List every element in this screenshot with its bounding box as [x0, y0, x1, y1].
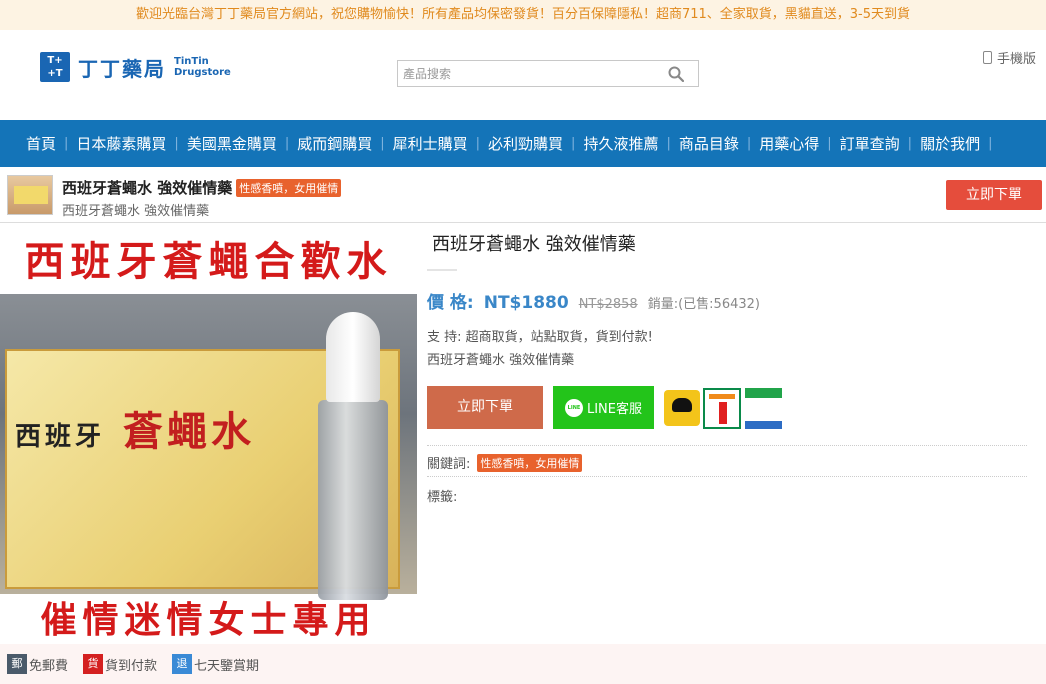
- mobile-version-link[interactable]: 手機版: [982, 48, 1036, 67]
- announcement-text: 歡迎光臨台灣丁丁藥局官方網站，祝您購物愉快！所有產品均保密發貨！百分百保障隱私！…: [135, 7, 911, 22]
- familymart-logo-icon: [745, 388, 782, 429]
- tags-row: 標籤:: [427, 486, 457, 505]
- service-label: 免郵費: [29, 658, 69, 674]
- site-logo[interactable]: T+ +T 丁丁藥局 TinTin Drugstore: [40, 52, 244, 82]
- keyword-tag[interactable]: 性感香噴，女用催情: [477, 453, 583, 472]
- image-bottom-text: 催情迷情女士專用: [40, 599, 377, 641]
- logo-english: TinTin Drugstore: [174, 56, 244, 78]
- price-value: NT$1880: [483, 293, 569, 313]
- price-label: 價 格:: [427, 293, 474, 313]
- line-support-button[interactable]: LINE LINE客服: [553, 386, 654, 429]
- nav-item-viagra[interactable]: 威而鋼購買: [289, 133, 380, 154]
- product-thumbnail[interactable]: [7, 175, 53, 215]
- service-free-shipping: 郵 免郵費: [7, 654, 68, 674]
- logo-english-line2: Drugstore: [174, 67, 231, 78]
- cash-on-delivery-icon: 貨: [83, 654, 104, 674]
- nav-item-spray[interactable]: 持久液推薦: [575, 133, 666, 154]
- logo-english-line1: TinTin: [174, 56, 209, 67]
- image-box-label: 蒼蠅水: [122, 408, 255, 455]
- nav-item-about[interactable]: 關於我們: [912, 133, 988, 154]
- line-icon: LINE: [564, 398, 583, 417]
- main-nav: 首頁 | 日本藤素購買 | 美國黑金購買 | 威而鋼購買 | 犀利士購買 | 必利勁購買 |…: [0, 120, 1046, 167]
- product-bar-tag[interactable]: 性感香噴，女用催情: [236, 178, 342, 197]
- nav-item-home[interactable]: 首頁: [18, 133, 64, 154]
- title-divider: [427, 269, 457, 271]
- product-bar-subtitle: 西班牙蒼蠅水 強效催情藥: [62, 204, 210, 219]
- keywords-row: 關鍵詞: 性感香噴，女用催情: [427, 453, 583, 472]
- product-bar-buy-button[interactable]: 立即下單: [946, 180, 1042, 210]
- price-row: 價 格: NT$1880 NT$2858 銷量:(已售:56432): [427, 288, 760, 313]
- image-scene: 西班牙 蒼蠅水: [0, 294, 417, 600]
- return-icon: 退: [172, 654, 193, 674]
- divider: [427, 476, 1027, 477]
- service-label: 貨到付款: [105, 658, 158, 674]
- product-description: 西班牙蒼蠅水 強效催情藥: [427, 353, 575, 368]
- announcement-bar: 歡迎光臨台灣丁丁藥局官方網站，祝您購物愉快！所有產品均保密發貨！百分百保障隱私！…: [0, 0, 1046, 30]
- nav-item-cialis[interactable]: 犀利士購買: [385, 133, 476, 154]
- image-top-text: 西班牙蒼蠅合歡水: [24, 238, 393, 285]
- product-bar-title-row: 西班牙蒼蠅水 強效催情藥 性感香噴，女用催情: [62, 177, 342, 198]
- image-box-prefix: 西班牙: [15, 422, 106, 452]
- mobile-version-label: 手機版: [996, 52, 1036, 67]
- phone-icon: [982, 51, 992, 64]
- nav-item-catalog[interactable]: 商品目錄: [671, 133, 747, 154]
- logo-mark-icon: T+ +T: [40, 52, 70, 82]
- line-support-label: LINE客服: [586, 402, 642, 417]
- sticky-product-bar: 西班牙蒼蠅水 強效催情藥 性感香噴，女用催情 西班牙蒼蠅水 強效催情藥 立即下單: [0, 167, 1046, 223]
- service-bar: 郵 免郵費 貨 貨到付款 退 七天鑒賞期: [0, 644, 1046, 684]
- seven-eleven-logo-icon: [703, 388, 741, 429]
- support-text: 支 持: 超商取貨，站點取貨，貨到付款!: [427, 330, 653, 345]
- nav-item-black-gold[interactable]: 美國黑金購買: [179, 133, 285, 154]
- logo-name: 丁丁藥局: [78, 56, 166, 81]
- service-return: 退 七天鑒賞期: [172, 654, 259, 674]
- product-image: 西班牙蒼蠅合歡水 西班牙 蒼蠅水 催情迷情女士專用: [0, 224, 417, 644]
- site-header: T+ +T 丁丁藥局 TinTin Drugstore 手機版: [0, 30, 1046, 120]
- search-box: [397, 60, 699, 87]
- service-cod: 貨 貨到付款: [83, 654, 157, 674]
- search-icon[interactable]: [668, 66, 684, 82]
- nav-item-orders[interactable]: 訂單查詢: [832, 133, 908, 154]
- original-price: NT$2858: [578, 297, 638, 312]
- sales-count: 銷量:(已售:56432): [647, 297, 760, 312]
- buy-now-button[interactable]: 立即下單: [427, 386, 543, 429]
- nav-item-priligy[interactable]: 必利勁購買: [480, 133, 571, 154]
- service-label: 七天鑒賞期: [194, 658, 260, 674]
- nav-item-experience[interactable]: 用藥心得: [751, 133, 827, 154]
- mail-icon: 郵: [7, 654, 27, 674]
- image-bottle: [318, 312, 388, 602]
- divider: [427, 445, 1027, 446]
- keywords-label: 關鍵詞:: [427, 457, 471, 472]
- black-cat-delivery-logo-icon: [664, 390, 700, 426]
- product-title: 西班牙蒼蠅水 強效催情藥: [432, 234, 636, 255]
- search-input[interactable]: [398, 61, 658, 86]
- nav-item-japan[interactable]: 日本藤素購買: [68, 133, 174, 154]
- product-bar-title[interactable]: 西班牙蒼蠅水 強效催情藥: [62, 177, 232, 198]
- image-box-text: 西班牙 蒼蠅水: [15, 399, 255, 457]
- tags-label: 標籤:: [427, 490, 458, 505]
